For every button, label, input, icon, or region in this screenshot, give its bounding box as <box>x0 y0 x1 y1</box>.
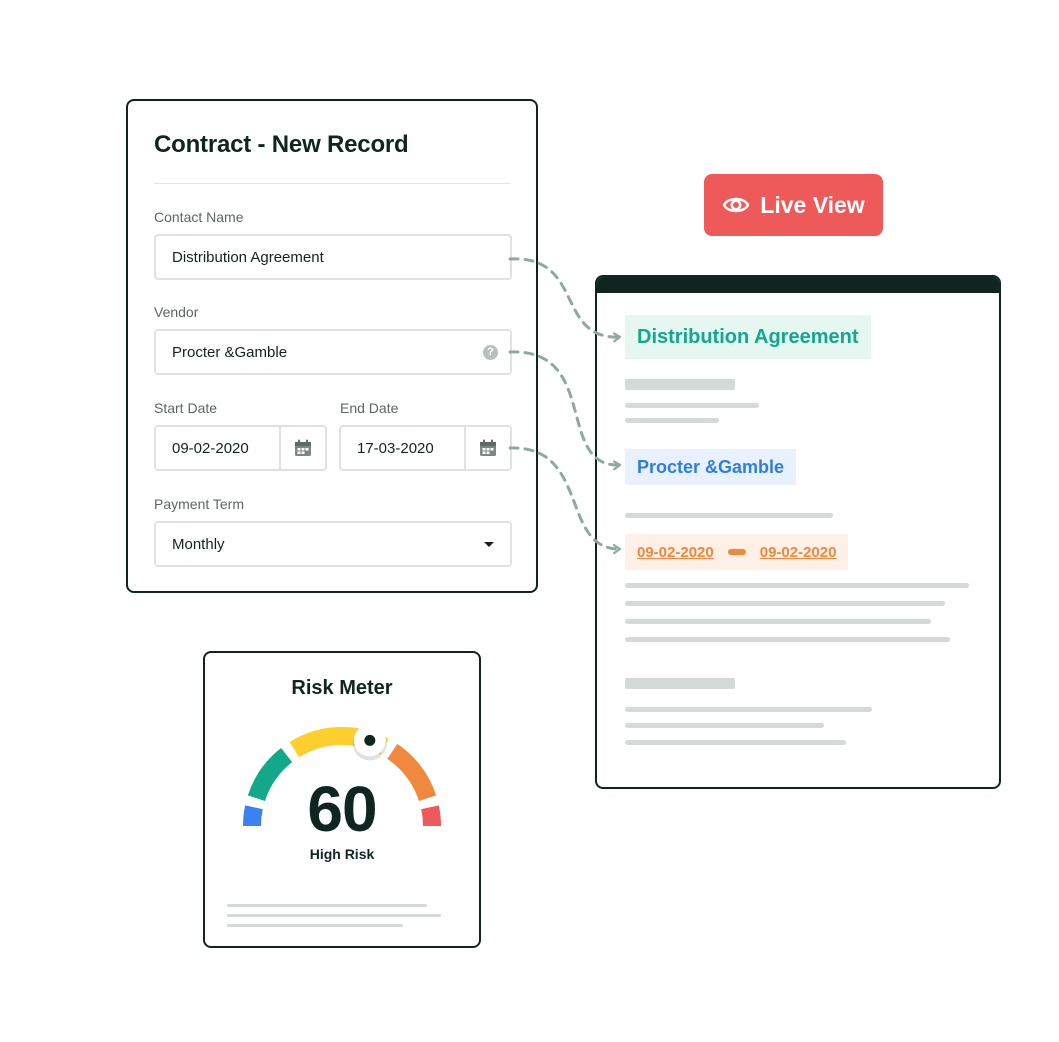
caret-down-icon[interactable] <box>484 541 494 547</box>
vendor-input[interactable]: Procter &Gamble ? <box>154 329 512 375</box>
payment-term-label: Payment Term <box>154 496 244 512</box>
end-date-value: 17-03-2020 <box>357 439 434 457</box>
calendar-icon[interactable] <box>279 427 325 469</box>
vendor-label: Vendor <box>154 304 199 320</box>
placeholder-line <box>625 403 759 408</box>
contract-form: Contract - New Record Contact Name Distr… <box>126 99 538 593</box>
risk-score: 60 <box>307 773 377 845</box>
placeholder-line <box>625 723 824 728</box>
placeholder-line <box>625 601 945 606</box>
payment-term-value: Monthly <box>172 535 225 553</box>
payment-term-select[interactable]: Monthly <box>154 521 512 567</box>
preview-start-date: 09-02-2020 <box>637 543 714 561</box>
end-date-input[interactable]: 17-03-2020 <box>339 425 512 471</box>
placeholder-line <box>625 707 872 712</box>
preview-contract-name: Distribution Agreement <box>625 315 871 359</box>
question-circle-icon[interactable]: ? <box>483 344 498 360</box>
form-title: Contract - New Record <box>154 131 409 158</box>
placeholder-line <box>625 619 931 624</box>
form-divider <box>154 183 511 184</box>
end-date-label: End Date <box>340 400 399 416</box>
placeholder-line <box>625 513 833 518</box>
contact-name-value: Distribution Agreement <box>172 248 324 266</box>
contact-name-input[interactable]: Distribution Agreement <box>154 234 512 280</box>
date-range-dash <box>727 549 746 555</box>
eye-icon <box>723 197 750 213</box>
live-view-label: Live View <box>760 191 865 218</box>
placeholder-line <box>625 678 735 689</box>
placeholder-line <box>227 924 403 927</box>
placeholder-line <box>227 904 427 907</box>
placeholder-line <box>625 379 735 390</box>
preview-date-range: 09-02-2020 09-02-2020 <box>625 534 849 570</box>
vendor-value: Procter &Gamble <box>172 343 288 361</box>
risk-level: High Risk <box>309 846 375 862</box>
document-header-bar <box>597 277 999 293</box>
start-date-value: 09-02-2020 <box>172 439 249 457</box>
placeholder-line <box>625 637 950 642</box>
preview-vendor: Procter &Gamble <box>625 449 797 485</box>
risk-meter-card: Risk Meter 60 High Risk <box>203 651 481 948</box>
preview-end-date: 09-02-2020 <box>759 543 837 561</box>
live-view-button[interactable]: Live View <box>704 174 883 236</box>
placeholder-line <box>625 583 969 588</box>
start-date-label: Start Date <box>154 400 218 416</box>
start-date-input[interactable]: 09-02-2020 <box>154 425 327 471</box>
placeholder-line <box>625 418 719 423</box>
placeholder-line <box>227 914 441 917</box>
calendar-icon[interactable] <box>464 427 510 469</box>
contact-name-label: Contact Name <box>154 209 244 225</box>
placeholder-line <box>625 740 846 745</box>
preview-document: Distribution Agreement Procter &Gamble 0… <box>595 275 1001 789</box>
gauge-knob-dot <box>364 734 376 746</box>
